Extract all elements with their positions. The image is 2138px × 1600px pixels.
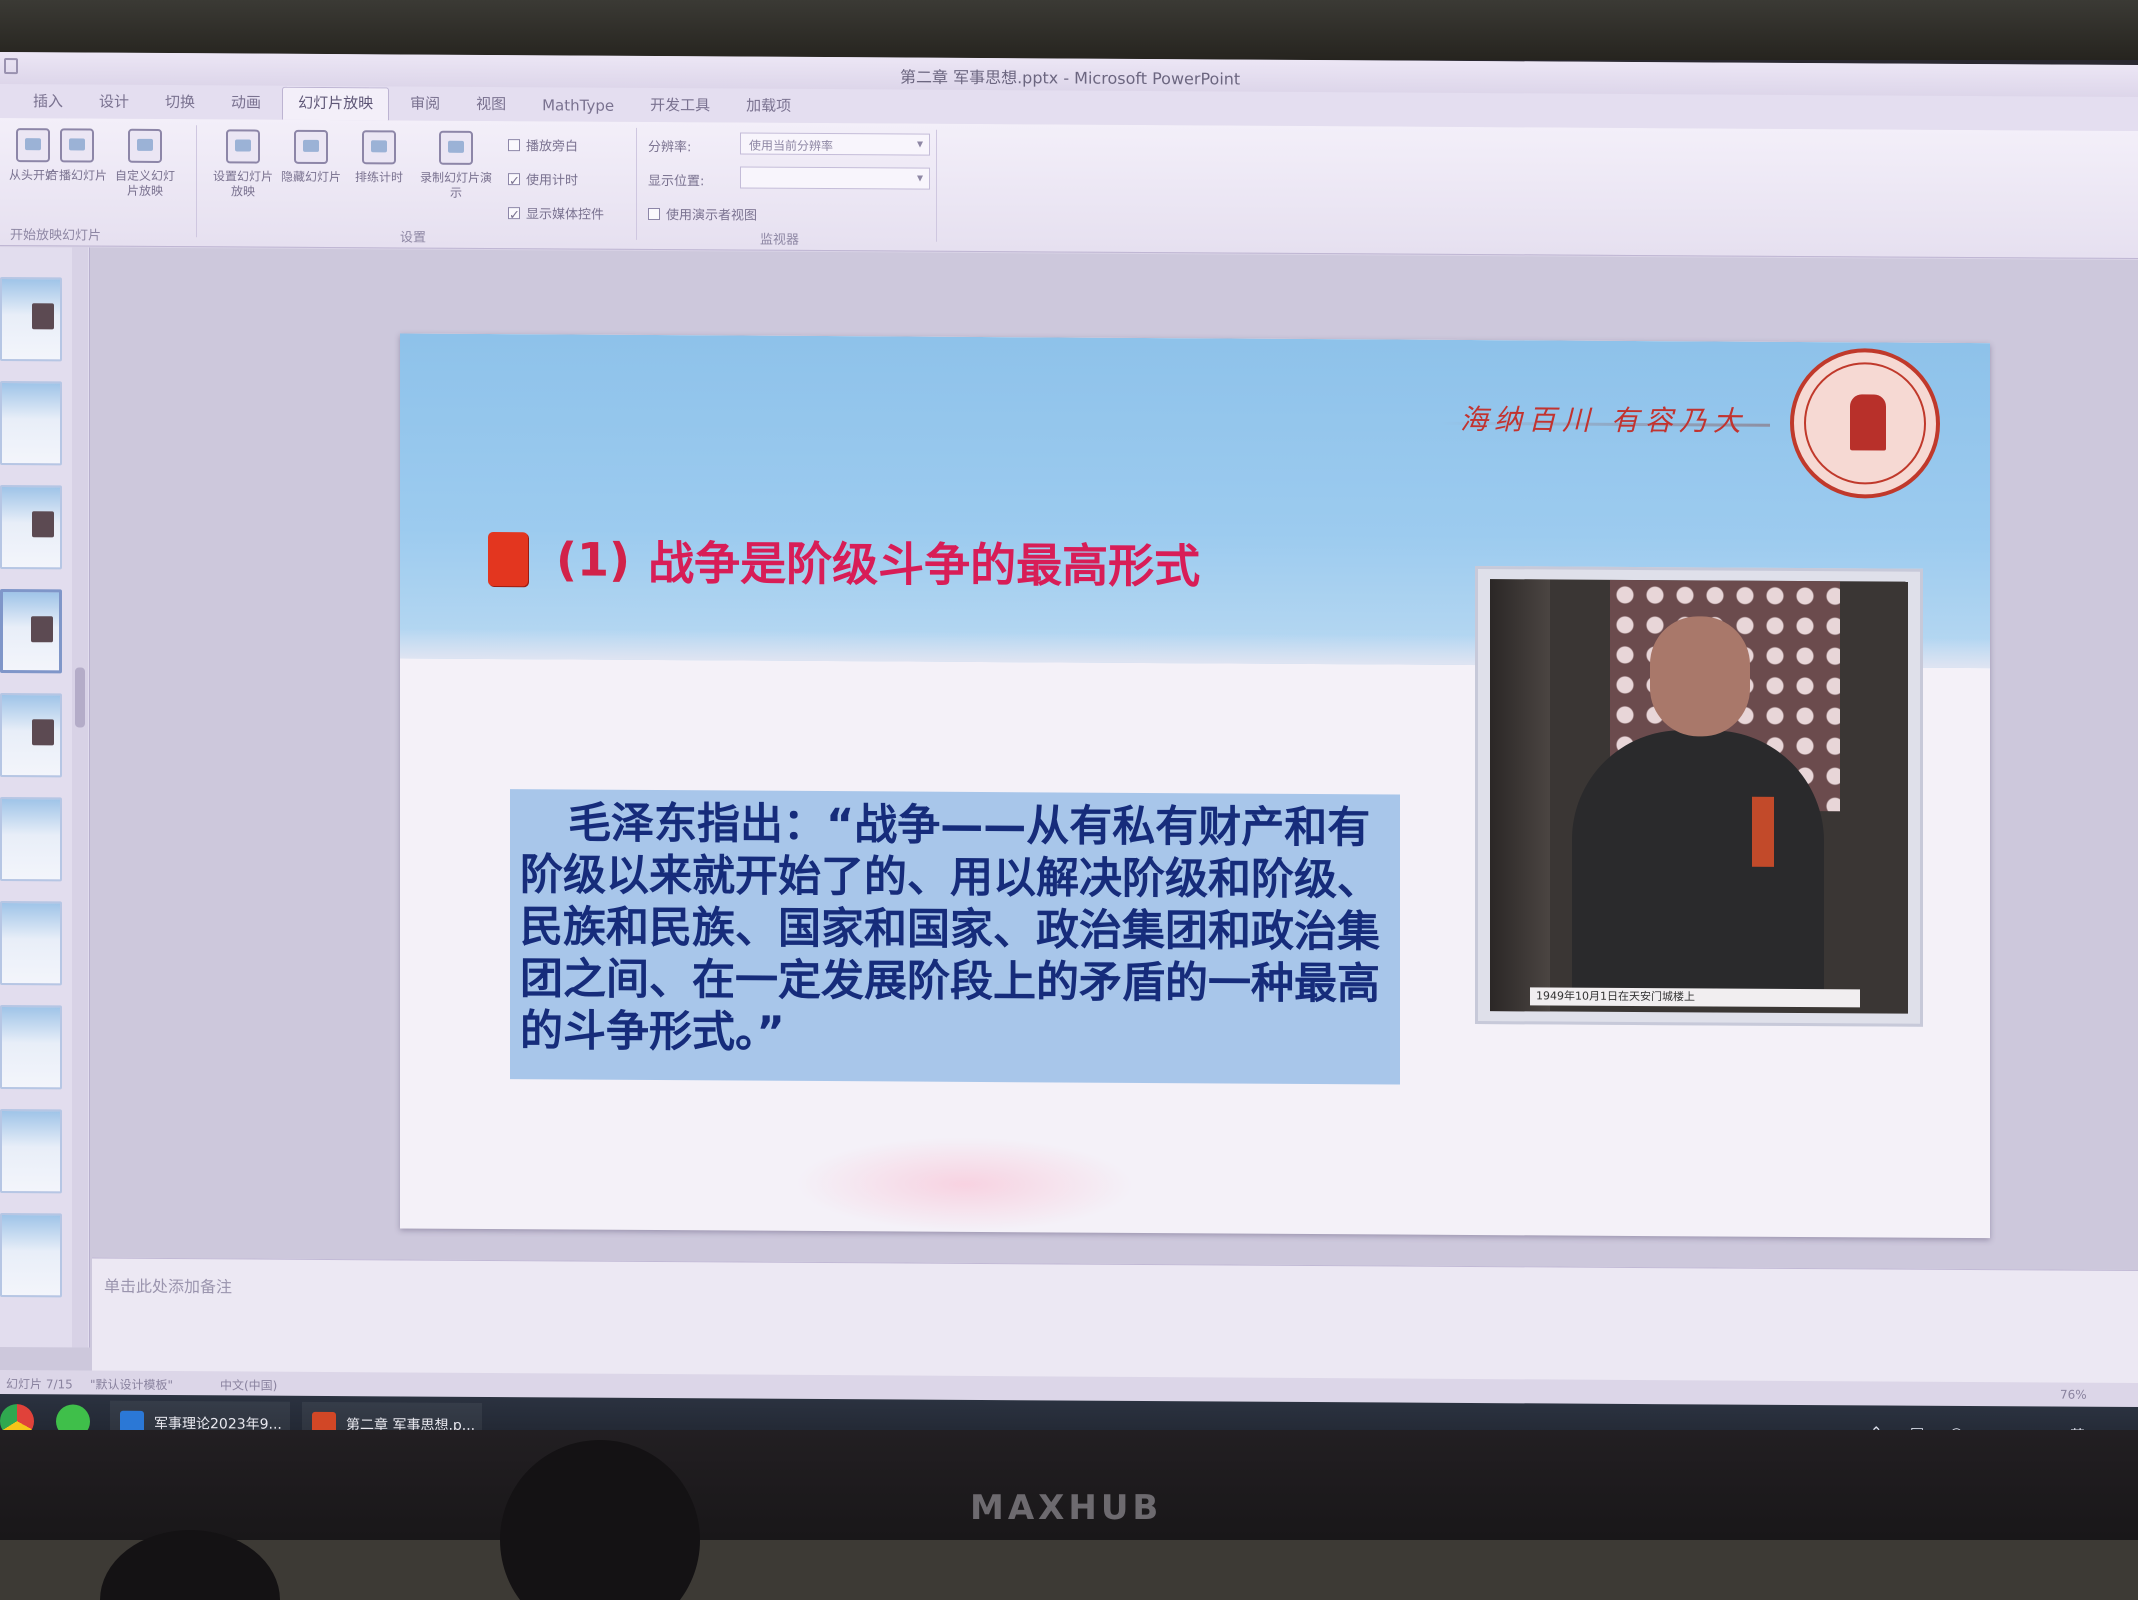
title-bullet-icon — [488, 531, 528, 587]
resolution-label-text: 分辨率: — [648, 139, 692, 156]
slide-thumbnail[interactable] — [0, 1213, 62, 1298]
thumbnails-scrollbar[interactable] — [72, 247, 88, 1348]
monitor-frame-top — [0, 0, 2138, 60]
theme-name: "默认设计模板" — [90, 1377, 174, 1393]
ribbon-body: 从头开始 广播幻灯片 自定义幻灯片放映 设置幻灯片放映 隐藏幻灯片 排练计时 录… — [0, 118, 2138, 260]
classroom-foreground — [0, 1540, 2138, 1600]
monitor-brand-logo: MAXHUB — [970, 1488, 1163, 1528]
zoom-level[interactable]: 76% — [2060, 1388, 2087, 1402]
setup-icon — [226, 129, 260, 164]
group-separator — [636, 127, 637, 240]
rehearse-timings-button[interactable]: 排练计时 — [346, 130, 412, 185]
button-label: 设置幻灯片放映 — [212, 169, 273, 199]
current-slide[interactable]: 海纳百川 有容乃大 (1) 战争是阶级斗争的最高形式 毛泽东指出：“战争——从有… — [400, 333, 1990, 1239]
screen-glare — [795, 1135, 1135, 1233]
checkbox-box — [648, 207, 660, 221]
photo-image: 1949年10月1日在天安门城楼上 — [1490, 579, 1908, 1014]
broadcast-slide-show-button[interactable]: 广播幻灯片 — [44, 128, 110, 183]
button-label: 广播幻灯片 — [46, 168, 107, 183]
slide-thumbnail[interactable] — [0, 901, 62, 986]
tab-transitions[interactable]: 切换 — [150, 87, 210, 119]
set-up-slide-show-button[interactable]: 设置幻灯片放映 — [210, 129, 276, 199]
university-motto: 海纳百川 有容乃大 — [1460, 402, 1747, 438]
photo-ribbon-badge — [1752, 796, 1774, 867]
photo-caption: 1949年10月1日在天安门城楼上 — [1530, 987, 1860, 1008]
language-indicator: 中文(中国) — [220, 1378, 278, 1393]
slide-title: (1) 战争是阶级斗争的最高形式 — [488, 529, 1200, 593]
tab-slide-show[interactable]: 幻灯片放映 — [282, 86, 390, 121]
tab-developer[interactable]: 开发工具 — [635, 90, 725, 123]
title-number: (1) — [556, 532, 631, 587]
button-label: 排练计时 — [354, 170, 403, 185]
notes-placeholder: 单击此处添加备注 — [104, 1276, 233, 1297]
monitor-screen: 第二章 军事思想.pptx - Microsoft PowerPoint 插入 … — [0, 52, 2138, 1466]
group-separator — [196, 125, 197, 238]
workspace: 海纳百川 有容乃大 (1) 战争是阶级斗争的最高形式 毛泽东指出：“战争——从有… — [0, 247, 2138, 1441]
button-label: 自定义幻灯片放映 — [114, 168, 175, 198]
broadcast-icon — [60, 128, 94, 163]
slide-thumbnails-pane — [0, 247, 90, 1348]
scrollbar-thumb[interactable] — [75, 667, 85, 728]
play-narrations-checkbox[interactable]: 播放旁白 — [508, 135, 579, 155]
thumbnail-image — [31, 616, 53, 643]
record-slide-show-button[interactable]: 录制幻灯片演示 — [416, 130, 496, 201]
tab-insert[interactable]: 插入 — [18, 86, 78, 118]
show-on-label: 显示位置: — [648, 170, 704, 189]
button-label: 隐藏幻灯片 — [280, 169, 341, 185]
checkbox-label: 使用演示者视图 — [666, 208, 758, 224]
checkbox-box: ✓ — [508, 173, 520, 190]
group-label-monitors: 监视器 — [760, 232, 800, 248]
save-icon[interactable] — [4, 58, 18, 75]
hide-slide-button[interactable]: 隐藏幻灯片 — [278, 129, 344, 185]
resolution-dropdown[interactable]: 使用当前分辨率 — [740, 132, 930, 156]
thumbnail-image — [32, 303, 54, 330]
tab-review[interactable]: 审阅 — [395, 88, 455, 120]
show-on-label-text: 显示位置: — [648, 173, 705, 190]
checkbox-box — [508, 139, 520, 152]
tab-view[interactable]: 视图 — [461, 89, 521, 121]
tab-add-ins[interactable]: 加载项 — [731, 90, 806, 122]
slide-thumbnail[interactable] — [0, 277, 62, 362]
tab-design[interactable]: 设计 — [84, 87, 144, 119]
hide-slide-icon — [294, 129, 328, 165]
thumbnail-image — [32, 719, 54, 746]
show-media-controls-checkbox[interactable]: ✓ 显示媒体控件 — [508, 203, 604, 223]
seal-building-emblem — [1850, 394, 1886, 451]
slide-thumbnail[interactable] — [0, 1005, 62, 1090]
university-seal-logo — [1790, 347, 1940, 499]
resolution-label: 分辨率: — [648, 136, 691, 155]
historical-photo: 1949年10月1日在天安门城楼上 — [1475, 566, 1923, 1027]
button-label: 录制幻灯片演示 — [419, 170, 492, 200]
group-label-start: 开始放映幻灯片 — [10, 228, 102, 244]
checkbox-box: ✓ — [508, 207, 520, 224]
slide-thumbnail[interactable] — [0, 381, 62, 466]
custom-slide-show-button[interactable]: 自定义幻灯片放映 — [112, 128, 178, 199]
slide-count: 幻灯片 7/15 — [6, 1377, 73, 1392]
presenter-view-checkbox[interactable]: 使用演示者视图 — [648, 204, 757, 224]
group-label-setup: 设置 — [400, 230, 427, 246]
checkbox-label: 播放旁白 — [526, 139, 579, 155]
slide-thumbnail[interactable] — [0, 485, 62, 570]
photo-curtain — [1490, 579, 1550, 1012]
tab-mathtype[interactable]: MathType — [527, 92, 629, 122]
window-title: 第二章 军事思想.pptx - Microsoft PowerPoint — [900, 67, 1241, 89]
checkbox-label: 使用计时 — [526, 173, 579, 189]
custom-show-icon — [128, 128, 162, 163]
quote-text-box: 毛泽东指出：“战争——从有私有财产和有阶级以来就开始了的、用以解决阶级和阶级、民… — [510, 789, 1400, 1085]
rehearse-icon — [362, 130, 396, 165]
slide-thumbnail[interactable] — [0, 1109, 62, 1194]
slide-thumbnail-selected[interactable] — [0, 589, 62, 674]
photo-figure-body — [1572, 729, 1824, 992]
group-separator — [936, 129, 937, 242]
title-text: 战争是阶级斗争的最高形式 — [648, 535, 1201, 594]
use-timings-checkbox[interactable]: ✓ 使用计时 — [508, 169, 579, 190]
tab-animations[interactable]: 动画 — [216, 87, 276, 119]
checkbox-label: 显示媒体控件 — [526, 207, 605, 223]
slide-thumbnail[interactable] — [0, 797, 62, 882]
thumbnail-image — [32, 511, 54, 538]
show-on-dropdown[interactable] — [740, 166, 930, 190]
record-icon — [439, 130, 473, 165]
photo-figure-head — [1650, 616, 1750, 737]
slide-thumbnail[interactable] — [0, 693, 62, 778]
